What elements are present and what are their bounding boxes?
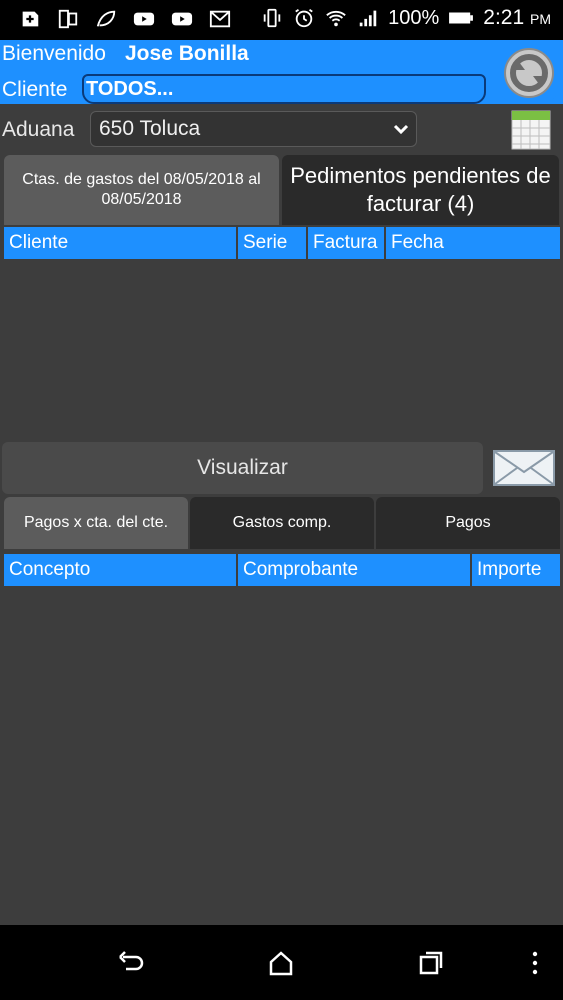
screen-mirror-icon — [58, 9, 78, 29]
navigation-bar — [0, 925, 563, 1000]
tab-pagos[interactable]: Pagos — [376, 497, 560, 549]
clock: 2:21 PM — [483, 6, 551, 29]
alarm-icon — [295, 8, 313, 28]
cliente-label: Cliente — [2, 78, 68, 101]
chevron-down-icon — [393, 124, 409, 135]
tab-pagos-cta-cte[interactable]: Pagos x cta. del cte. — [4, 497, 188, 549]
calendar-icon[interactable] — [509, 108, 553, 152]
pagos-table: Concepto Comprobante Importe — [4, 554, 560, 920]
column-header-comprobante: Comprobante — [238, 554, 472, 586]
tab-gastos-comp[interactable]: Gastos comp. — [190, 497, 374, 549]
battery-percent: 100% — [388, 6, 440, 29]
column-header-fecha: Fecha — [386, 227, 560, 259]
table-header: Concepto Comprobante Importe — [4, 554, 560, 586]
tab-ctas-gastos[interactable]: Ctas. de gastos del 08/05/2018 al 08/05/… — [4, 155, 279, 225]
column-header-importe: Importe — [472, 554, 560, 586]
cliente-input[interactable]: TODOS... — [82, 74, 486, 104]
more-icon[interactable] — [521, 949, 549, 977]
header: Bienvenido Jose Bonilla Cliente TODOS... — [0, 40, 563, 104]
mail-icon[interactable] — [493, 450, 555, 486]
table-header: Cliente Serie Factura Fecha — [4, 227, 560, 259]
battery-icon — [449, 12, 474, 24]
back-icon[interactable] — [117, 949, 145, 977]
add-notification-icon — [22, 11, 39, 27]
vibrate-icon — [263, 8, 281, 28]
home-icon[interactable] — [267, 949, 295, 977]
column-header-concepto: Concepto — [4, 554, 238, 586]
welcome-label: Bienvenido — [2, 42, 106, 65]
leaf-icon — [96, 10, 116, 27]
aduana-row: Aduana 650 Toluca — [0, 106, 563, 152]
aduana-selected-value: 650 Toluca — [99, 117, 201, 140]
column-header-cliente: Cliente — [4, 227, 238, 259]
user-name: Jose Bonilla — [125, 42, 249, 65]
aduana-select[interactable]: 650 Toluca — [90, 111, 417, 147]
column-header-factura: Factura — [308, 227, 386, 259]
recent-apps-icon[interactable] — [417, 949, 445, 977]
signal-icon — [359, 10, 377, 27]
visualizar-button[interactable]: Visualizar — [2, 442, 483, 494]
app-content: Bienvenido Jose Bonilla Cliente TODOS...… — [0, 40, 563, 925]
status-bar: 100% 2:21 PM — [0, 0, 563, 40]
pedimentos-table: Cliente Serie Factura Fecha — [4, 227, 560, 437]
youtube-icon — [171, 12, 193, 26]
aduana-label: Aduana — [2, 118, 75, 141]
tab-pedimentos-pendientes[interactable]: Pedimentos pendientes de facturar (4) — [282, 155, 559, 225]
youtube-icon — [133, 12, 155, 26]
refresh-icon[interactable] — [500, 44, 558, 102]
gmail-icon — [209, 10, 231, 28]
wifi-icon — [326, 10, 346, 27]
column-header-serie: Serie — [238, 227, 308, 259]
